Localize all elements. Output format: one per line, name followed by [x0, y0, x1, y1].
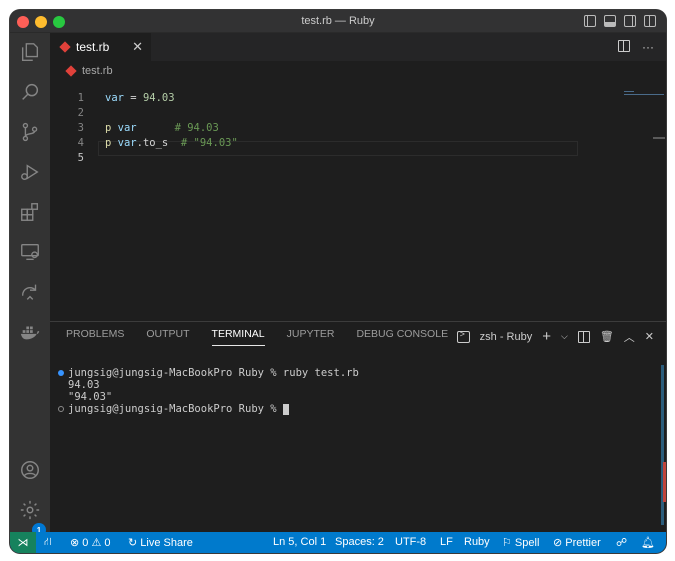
number-token: 94.03 [142, 92, 175, 104]
feedback-icon[interactable]: ☍ [616, 536, 627, 549]
minimap[interactable] [624, 91, 664, 97]
live-share-icon[interactable] [18, 280, 42, 304]
terminal-line: "94.03" [58, 391, 359, 403]
terminal-output-line: "94.03" [68, 391, 113, 403]
variable-token: var [117, 122, 137, 134]
eol-status[interactable]: LF [440, 536, 453, 548]
tab-problems[interactable]: PROBLEMS [66, 328, 124, 346]
line-number: 3 [77, 122, 84, 134]
ruby-file-icon [65, 65, 77, 77]
tab-jupyter[interactable]: JUPYTER [287, 328, 335, 346]
remote-indicator-icon[interactable]: ⋊ [10, 532, 36, 553]
code-line: 1 var = 94.03 [50, 91, 630, 106]
search-icon[interactable] [18, 80, 42, 104]
trash-icon[interactable]: 🗑 [600, 330, 614, 343]
status-bar: ⋊ ⛙ ⊗ 0 ⚠ 0 ↻ Live Share Ln 5, Col 1 Spa… [10, 532, 666, 553]
terminal-output-line: 94.03 [68, 379, 100, 391]
error-count: 0 [82, 537, 89, 549]
terminal-icon [456, 329, 470, 343]
toggle-secondary-sidebar-icon[interactable] [624, 15, 636, 27]
bottom-panel: PROBLEMS OUTPUT TERMINAL JUPYTER DEBUG C… [50, 321, 666, 532]
operator-token: = [123, 92, 143, 104]
terminal-command: jungsig@jungsig-MacBookPro Ruby % ruby t… [68, 367, 359, 379]
source-control-status-icon[interactable]: ⛙ [44, 536, 52, 550]
toggle-primary-sidebar-icon[interactable] [584, 15, 596, 27]
terminal-line: jungsig@jungsig-MacBookPro Ruby % [58, 403, 359, 415]
terminal-scroll-marker [663, 462, 666, 502]
line-number: 5 [77, 152, 84, 164]
maximize-panel-icon[interactable]: ︿ [624, 329, 635, 345]
breadcrumb-file[interactable]: test.rb [82, 65, 113, 77]
more-actions-icon[interactable]: ··· [642, 40, 654, 54]
comment-token: # 94.03 [174, 122, 219, 134]
terminal-cursor [282, 403, 289, 415]
ruby-file-icon [59, 41, 71, 53]
split-terminal-icon[interactable] [577, 330, 590, 343]
spell-status[interactable]: ⚐ Spell [502, 536, 539, 549]
terminal-line: 94.03 [58, 379, 359, 391]
warning-count: 0 [104, 537, 111, 549]
prettier-label: Prettier [565, 537, 601, 549]
accounts-icon[interactable] [18, 458, 42, 482]
method-call-token: .to_s [136, 137, 181, 149]
overview-ruler-mark [653, 137, 665, 139]
tab-output[interactable]: OUTPUT [146, 328, 189, 346]
variable-token: var [117, 137, 137, 149]
command-pending-icon[interactable] [58, 406, 64, 412]
language-mode[interactable]: Ruby [464, 536, 490, 548]
customize-layout-icon[interactable] [644, 15, 656, 27]
terminal-selector[interactable]: zsh - Ruby [480, 331, 533, 343]
prettier-status[interactable]: ⊘ Prettier [553, 536, 601, 549]
close-tab-icon[interactable]: ✕ [132, 39, 143, 55]
variable-token: var [105, 92, 124, 104]
close-panel-icon[interactable]: ✕ [645, 330, 654, 343]
code-line: 4 p var.to_s # "94.03" [50, 136, 630, 151]
cursor-position[interactable]: Ln 5, Col 1 [273, 536, 326, 548]
window-title: test.rb — Ruby [301, 15, 375, 27]
terminal-prompt: jungsig@jungsig-MacBookPro Ruby % [68, 403, 283, 415]
tab-label: test.rb [76, 40, 110, 54]
problems-status[interactable]: ⊗ 0 ⚠ 0 [70, 536, 111, 549]
new-terminal-icon[interactable]: + [542, 328, 551, 345]
live-share-status[interactable]: ↻ Live Share [128, 536, 193, 549]
notifications-bell-icon[interactable]: 🔔︎ [641, 536, 655, 549]
extensions-icon[interactable] [18, 200, 42, 224]
tab-terminal[interactable]: TERMINAL [211, 328, 265, 346]
terminal-output[interactable]: jungsig@jungsig-MacBookPro Ruby % ruby t… [58, 367, 359, 415]
line-number: 4 [77, 137, 84, 149]
live-share-label: Live Share [140, 537, 193, 549]
source-control-icon[interactable] [18, 120, 42, 144]
settings-gear-icon[interactable] [18, 498, 42, 522]
tab-debug-console[interactable]: DEBUG CONSOLE [356, 328, 448, 346]
vscode-window: test.rb — Ruby 1 test.rb ✕ ··· test.rb 1… [10, 10, 666, 553]
command-success-icon[interactable] [58, 370, 64, 376]
docker-icon[interactable] [18, 320, 42, 344]
code-line: 5 [50, 151, 630, 166]
code-editor[interactable]: 1 var = 94.03 2 3 p var # 94.03 4 p var.… [50, 81, 666, 321]
code-line: 2 [50, 106, 630, 121]
run-debug-icon[interactable] [18, 160, 42, 184]
explorer-icon[interactable] [18, 40, 42, 64]
editor-tab-bar: test.rb ✕ ··· [50, 33, 666, 61]
indentation-status[interactable]: Spaces: 2 [335, 536, 384, 548]
title-bar: test.rb — Ruby [10, 10, 666, 33]
method-token: p [105, 137, 118, 149]
breadcrumb[interactable]: test.rb [50, 61, 666, 81]
method-token: p [105, 122, 118, 134]
remote-explorer-icon[interactable] [18, 240, 42, 264]
comment-token: # "94.03" [180, 137, 238, 149]
line-number: 2 [77, 107, 84, 119]
activity-bar [10, 33, 50, 532]
chevron-down-icon[interactable]: ⌵ [561, 331, 568, 342]
terminal-line: jungsig@jungsig-MacBookPro Ruby % ruby t… [58, 367, 359, 379]
line-number: 1 [77, 92, 84, 104]
spell-label: Spell [514, 537, 540, 549]
toggle-panel-icon[interactable] [604, 15, 616, 27]
code-line: 3 p var # 94.03 [50, 121, 630, 136]
tab-test-rb[interactable]: test.rb ✕ [50, 33, 151, 61]
split-editor-icon[interactable] [618, 40, 630, 52]
encoding-status[interactable]: UTF-8 [395, 536, 426, 548]
